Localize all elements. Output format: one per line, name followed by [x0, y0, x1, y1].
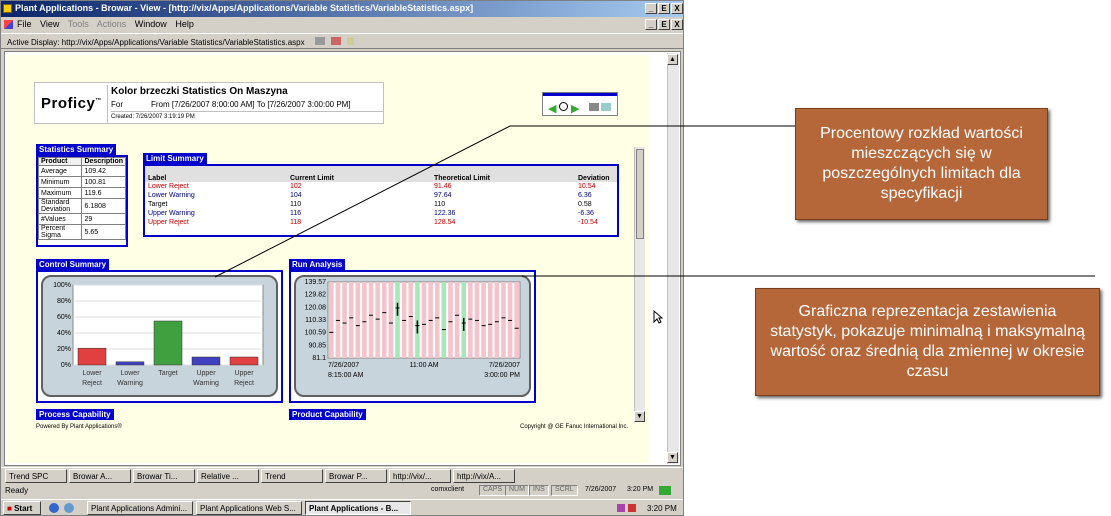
- callout-run-analysis: Graficzna reprezentacja zestawienia stat…: [755, 288, 1100, 396]
- callout-limits-distribution: Procentowy rozkład wartości mieszczących…: [795, 108, 1048, 220]
- annotation-lines: [214, 125, 1095, 278]
